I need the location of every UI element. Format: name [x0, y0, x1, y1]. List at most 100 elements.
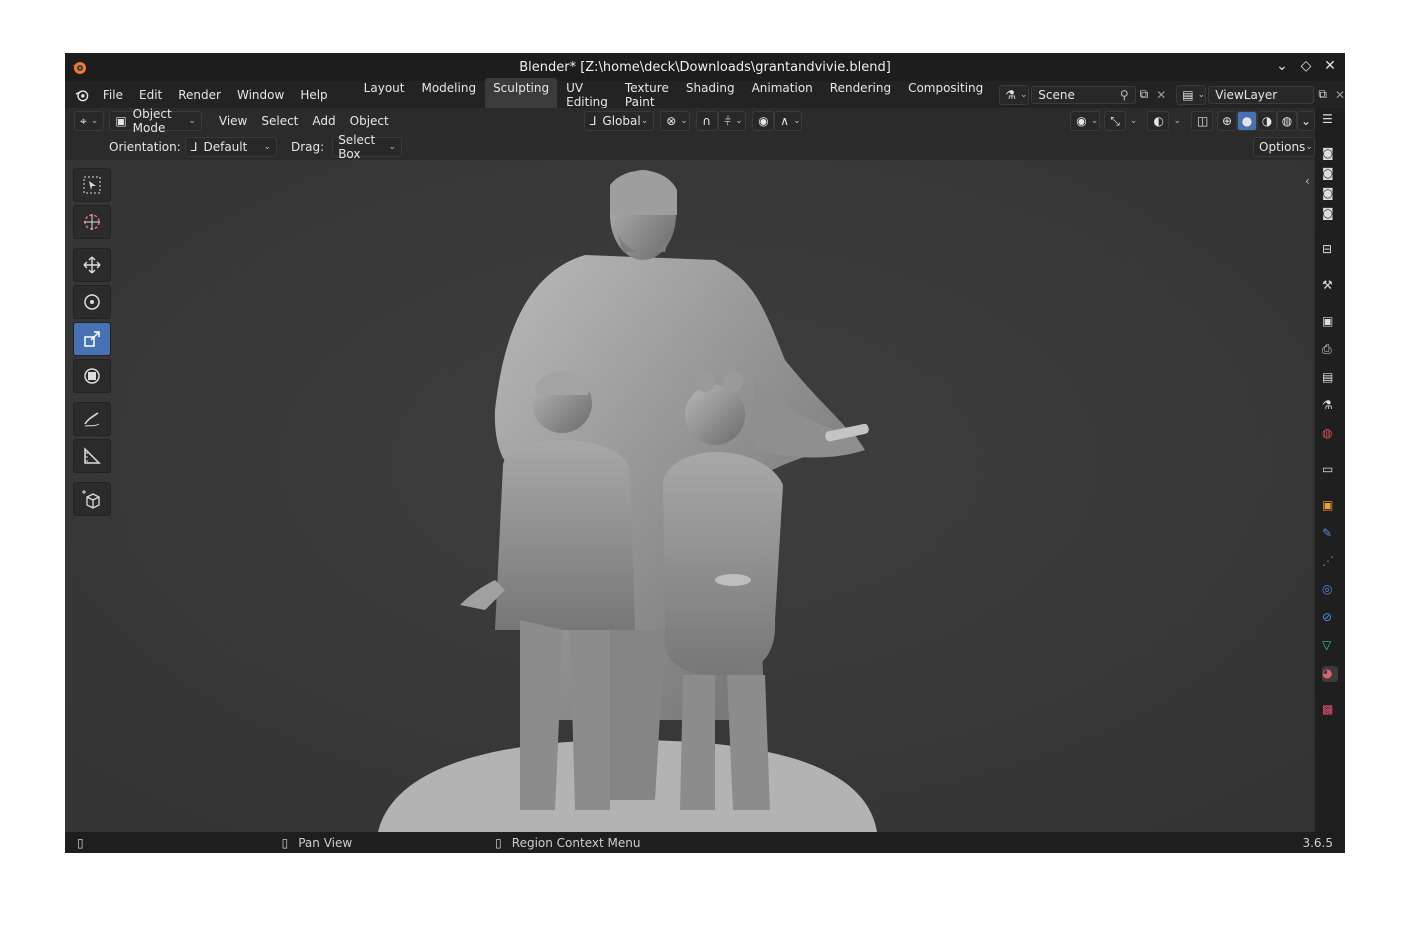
object-data-icon[interactable]: ▽ [1322, 638, 1338, 654]
falloff-button[interactable]: ∧ ⌄ [774, 111, 803, 131]
annotate-tool[interactable] [73, 402, 111, 436]
new-scene-icon[interactable]: ⧉ [1140, 87, 1149, 102]
output-properties-icon[interactable]: ⎙ [1322, 342, 1338, 358]
sculpt-model [65, 160, 1313, 832]
properties-toggle-icon[interactable]: ⊟ [1322, 242, 1338, 258]
tab-uv-editing[interactable]: UV Editing [558, 78, 616, 112]
shading-wireframe-button[interactable]: ⊕ [1217, 111, 1237, 131]
editor-type-button[interactable]: ⌖ ⌄ [74, 111, 105, 131]
add-cube-tool[interactable] [73, 482, 111, 516]
new-viewlayer-icon[interactable]: ⧉ [1318, 87, 1327, 102]
cursor-tool[interactable] [73, 205, 111, 239]
move-tool[interactable] [73, 248, 111, 282]
drag-selector[interactable]: Select Box ⌄ [332, 133, 402, 161]
header-menu-select[interactable]: Select [254, 114, 305, 128]
mode-selector[interactable]: ▣ Object Mode ⌄ [109, 107, 202, 135]
scale-tool[interactable] [73, 322, 111, 356]
viewlayer-name-field[interactable]: ViewLayer [1208, 85, 1315, 104]
options-dropdown[interactable]: Options ⌄ [1253, 137, 1315, 157]
select-box-tool[interactable] [73, 168, 111, 202]
menu-render[interactable]: Render [170, 88, 229, 102]
viewlayer-selector-button[interactable]: ▤ ⌄ [1176, 84, 1207, 105]
collection-icon[interactable]: ▭ [1322, 462, 1338, 478]
gizmo-icon: ⤡ [1110, 113, 1120, 128]
shading-rendered-button[interactable]: ◍ [1277, 111, 1297, 131]
window-title: Blender* [Z:\home\deck\Downloads\grantan… [519, 59, 891, 75]
object-properties-icon[interactable]: ▣ [1322, 498, 1338, 514]
gizmo-toggle[interactable]: ⤡ [1104, 111, 1126, 131]
minimize-icon[interactable]: ⌄ [1273, 58, 1291, 74]
3d-viewport[interactable]: ‹ [65, 160, 1313, 832]
scene-name-field[interactable]: Scene ⚲ [1031, 85, 1136, 104]
pin-icon[interactable]: ⚲ [1120, 88, 1129, 102]
eye-icon: ◉ [1076, 114, 1087, 128]
menu-edit[interactable]: Edit [131, 88, 170, 102]
tab-shading[interactable]: Shading [678, 78, 743, 112]
transform-orientation-selector[interactable]: ⅃ Global ⌄ [583, 111, 655, 131]
orientation-icon: ⅃ [190, 140, 198, 154]
tab-layout[interactable]: Layout [356, 78, 413, 112]
header-menu-object[interactable]: Object [343, 114, 396, 128]
camera-icon[interactable]: ◙ [1322, 146, 1338, 162]
menu-file[interactable]: File [95, 88, 131, 102]
transform-tool[interactable] [73, 359, 111, 393]
texture-properties-icon[interactable]: ▩ [1322, 702, 1338, 718]
camera-icon[interactable]: ◙ [1322, 206, 1338, 222]
drag-value: Select Box [338, 133, 376, 161]
tool-settings-icon[interactable]: ⚒ [1322, 278, 1338, 294]
physics-icon[interactable]: ◎ [1322, 582, 1338, 598]
header-menu-add[interactable]: Add [305, 114, 342, 128]
pivot-point-button[interactable]: ⊗ ⌄ [660, 111, 691, 131]
measure-tool[interactable] [73, 439, 111, 473]
tab-compositing[interactable]: Compositing [900, 78, 991, 112]
orientation-selector[interactable]: ⅃ Default ⌄ [184, 137, 277, 157]
tab-texture-paint[interactable]: Texture Paint [617, 78, 677, 112]
world-properties-icon[interactable]: ◍ [1322, 426, 1338, 442]
tab-modeling[interactable]: Modeling [413, 78, 484, 112]
camera-icon[interactable]: ◙ [1322, 186, 1338, 202]
proportional-edit-toggle[interactable]: ◉ [752, 111, 775, 131]
material-properties-icon[interactable]: ◕ [1322, 666, 1338, 682]
tab-sculpting[interactable]: Sculpting [485, 77, 558, 112]
visibility-button[interactable]: ◉ ⌄ [1070, 111, 1101, 131]
scene-properties-icon[interactable]: ⚗ [1322, 398, 1338, 414]
pivot-icon: ⊗ [666, 114, 677, 128]
menu-window[interactable]: Window [229, 88, 292, 102]
particles-icon[interactable]: ⋰ [1322, 554, 1338, 570]
viewlayer-icon: ▤ [1182, 87, 1194, 102]
tab-animation[interactable]: Animation [744, 78, 821, 112]
sidebar-toggle-icon[interactable]: ‹ [1305, 174, 1310, 188]
overlay-dropdown-icon[interactable]: ⌄ [1173, 116, 1181, 126]
shading-options-button[interactable]: ⌄ [1297, 111, 1315, 131]
snap-target-button[interactable]: ⫩ ⌄ [718, 111, 747, 131]
gizmo-dropdown-icon[interactable]: ⌄ [1130, 116, 1138, 126]
modifier-wrench-icon[interactable]: ✎ [1322, 526, 1338, 542]
view-layer-icon[interactable]: ▤ [1322, 370, 1338, 386]
workspace-tabs: Layout Modeling Sculpting UV Editing Tex… [356, 77, 992, 112]
rotate-tool[interactable] [73, 285, 111, 319]
blender-menu-icon[interactable] [75, 87, 89, 103]
header-menu-view[interactable]: View [212, 114, 254, 128]
xray-icon: ◫ [1197, 114, 1209, 128]
snap-toggle[interactable]: ∩ [696, 111, 719, 131]
xray-toggle[interactable]: ◫ [1191, 111, 1213, 131]
close-icon[interactable]: ✕ [1321, 58, 1339, 74]
shading-solid-button[interactable]: ● [1237, 111, 1257, 131]
top-bar: File Edit Render Window Help Layout Mode… [65, 77, 1345, 112]
transform-icon [84, 368, 100, 384]
shading-material-button[interactable]: ◑ [1257, 111, 1277, 131]
render-properties-icon[interactable]: ▣ [1322, 314, 1338, 330]
mouse-left-icon: ▯ [77, 835, 84, 850]
tab-rendering[interactable]: Rendering [822, 78, 899, 112]
camera-icon[interactable]: ◙ [1322, 166, 1338, 182]
menu-help[interactable]: Help [292, 88, 335, 102]
outliner-icon[interactable]: ☰ [1322, 112, 1338, 128]
delete-viewlayer-icon[interactable]: ✕ [1335, 88, 1345, 102]
maximize-icon[interactable]: ◇ [1297, 58, 1315, 74]
overlay-toggle[interactable]: ◐ [1147, 111, 1170, 131]
transform-orientation-label: Global [602, 114, 641, 128]
constraints-icon[interactable]: ⊘ [1322, 610, 1338, 626]
context-menu-hint: Region Context Menu [511, 835, 641, 850]
delete-scene-icon[interactable]: ✕ [1156, 88, 1166, 102]
scene-selector-button[interactable]: ⚗ ⌄ [999, 84, 1030, 105]
